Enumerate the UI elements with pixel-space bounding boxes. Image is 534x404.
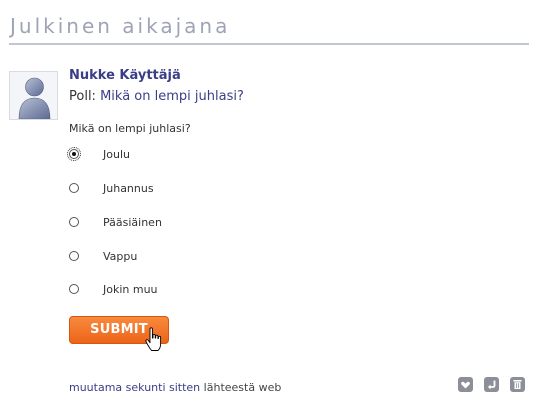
avatar[interactable] [9, 71, 58, 120]
title-divider [9, 43, 529, 45]
poll-option[interactable]: Juhannus [69, 181, 289, 201]
option-label: Vappu [103, 250, 138, 263]
poll-option[interactable]: Jokin muu [69, 282, 289, 302]
poll-option[interactable]: Pääsiäinen [69, 215, 289, 235]
post-footer: muutama sekunti sitten lähteestä web [69, 381, 281, 394]
like-button[interactable] [458, 377, 473, 392]
radio-button[interactable] [67, 147, 81, 161]
option-label: Jokin muu [103, 283, 158, 296]
radio-button[interactable] [69, 251, 79, 261]
poll-title-link[interactable]: Mikä on lempi juhlasi? [100, 89, 244, 104]
page-title: Julkinen aikajana [10, 14, 231, 38]
repost-icon [488, 380, 496, 390]
poll-heading: Poll: Mikä on lempi juhlasi? [69, 89, 244, 104]
option-label: Juhannus [103, 182, 154, 195]
delete-button[interactable] [510, 377, 525, 392]
poll-question: Mikä on lempi juhlasi? [69, 122, 191, 135]
radio-button[interactable] [69, 183, 79, 193]
radio-button[interactable] [69, 284, 79, 294]
author-name[interactable]: Nukke Käyttäjä [69, 68, 181, 83]
poll-prefix: Poll: [69, 89, 96, 104]
radio-button[interactable] [69, 217, 79, 227]
post-source: lähteestä web [203, 381, 282, 394]
option-label: Joulu [103, 148, 130, 161]
user-silhouette-icon [18, 77, 51, 119]
option-label: Pääsiäinen [103, 216, 162, 229]
trash-icon [513, 380, 522, 389]
poll-option[interactable]: Joulu [67, 147, 289, 167]
heart-icon [461, 381, 470, 389]
hand-cursor-icon [145, 327, 162, 351]
poll-option[interactable]: Vappu [69, 249, 289, 269]
repost-button[interactable] [484, 377, 499, 392]
post-timestamp[interactable]: muutama sekunti sitten [69, 381, 200, 394]
